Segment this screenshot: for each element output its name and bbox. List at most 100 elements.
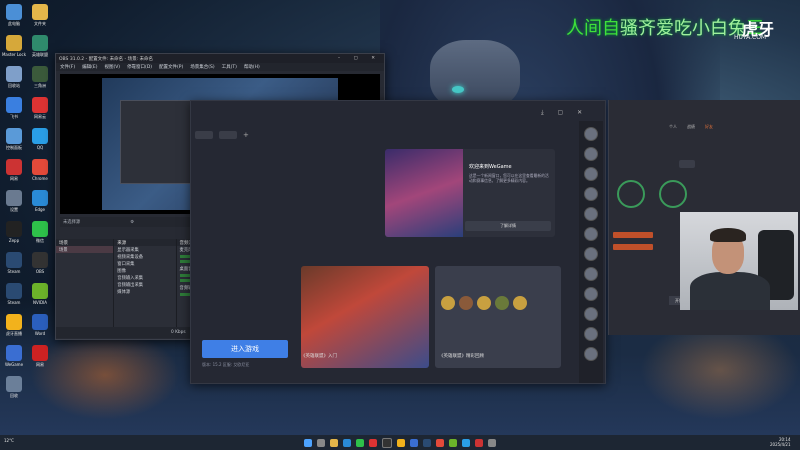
app-icon[interactable]	[488, 438, 496, 447]
weather[interactable]: 12°C	[4, 438, 14, 443]
desktop-icon[interactable]: Steam	[0, 283, 28, 305]
avatar[interactable]	[584, 327, 598, 341]
menu-file[interactable]: 文件(F)	[60, 64, 75, 70]
add-tab-icon[interactable]: +	[243, 131, 249, 139]
desktop-icon[interactable]: Steam	[0, 252, 28, 274]
desktop-icon[interactable]: 虎牙直播	[0, 314, 28, 337]
desktop-icon[interactable]: 设置	[0, 190, 28, 213]
gear-icon[interactable]: ⚙	[130, 220, 134, 225]
desktop-icon[interactable]: 回收站	[0, 66, 28, 89]
launcher-window-controls[interactable]: ⤓ ▢ ✕	[541, 109, 588, 117]
desktop-icon[interactable]: NVIDIA	[26, 283, 54, 305]
desktop-icon[interactable]: WeGame	[0, 345, 28, 367]
avatar[interactable]	[584, 127, 598, 141]
avatar[interactable]	[584, 247, 598, 261]
avatar[interactable]	[584, 227, 598, 241]
source-item[interactable]: 媒体源	[114, 288, 175, 295]
menu-docks[interactable]: 停靠窗口(D)	[127, 64, 152, 70]
news-banner[interactable]: 欢迎来到WeGame 这是一个新闻窗口，您可以在这里查看最新的活动和赛事信息，了…	[385, 149, 555, 237]
tab[interactable]	[195, 131, 213, 139]
desktop-icon[interactable]: 网易	[26, 345, 54, 368]
app-icon	[6, 314, 22, 330]
banner-text: 这是一个新闻窗口，您可以在这里查看最新的活动和赛事信息，了解更多精彩内容。	[469, 173, 549, 183]
panel-button[interactable]	[679, 160, 695, 168]
chat-icon[interactable]	[356, 438, 364, 447]
source-item[interactable]: 显示器采集	[114, 246, 175, 253]
cam-hair	[710, 228, 746, 242]
desktop-icon-label: Steam	[7, 300, 21, 305]
desktop-icon[interactable]: Master Lock	[0, 35, 28, 57]
app-icon[interactable]	[410, 438, 418, 447]
avatar[interactable]	[584, 147, 598, 161]
avatar[interactable]	[584, 307, 598, 321]
steam-icon	[6, 283, 22, 299]
browser-icon[interactable]	[343, 438, 351, 447]
lock-icon	[6, 35, 22, 51]
source-item[interactable]: 音频输出采集	[114, 281, 175, 288]
desktop-icon[interactable]: Word	[26, 314, 54, 336]
source-item[interactable]: 音频输入采集	[114, 274, 175, 281]
menu-profile[interactable]: 配置文件(P)	[159, 64, 183, 70]
app-icon[interactable]	[369, 438, 377, 447]
obs-icon[interactable]	[382, 437, 392, 448]
source-item[interactable]: 窗口采集	[114, 260, 175, 267]
search-icon[interactable]	[317, 438, 325, 447]
app-icon[interactable]	[475, 438, 483, 447]
avatar[interactable]	[584, 207, 598, 221]
desktop-icon[interactable]: 网易	[0, 159, 28, 182]
friends-sidebar	[579, 121, 603, 383]
overlay-mid: 骚齐爱吃小白兔	[620, 18, 746, 39]
desktop-icon[interactable]: 回收	[0, 376, 28, 399]
desktop-icon[interactable]: QQ	[26, 128, 54, 150]
avatar[interactable]	[584, 187, 598, 201]
app-icon[interactable]	[397, 438, 405, 447]
banner-button[interactable]: 了解详情	[465, 221, 551, 231]
browser-icon[interactable]	[436, 438, 444, 447]
avatar[interactable]	[584, 267, 598, 281]
steam-icon[interactable]	[423, 438, 431, 447]
folder-icon[interactable]	[330, 438, 338, 447]
desktop-icon[interactable]: 控制面板	[0, 128, 28, 151]
clock-date: 2025/4/21	[770, 442, 791, 447]
client-tab[interactable]: 战绩	[687, 124, 695, 130]
music-icon	[32, 97, 48, 113]
desktop-icon[interactable]: OBS	[26, 252, 54, 274]
menu-edit[interactable]: 编辑(E)	[82, 64, 97, 70]
menu-view[interactable]: 视图(V)	[104, 64, 120, 70]
desktop-icon[interactable]: 三角洲	[26, 66, 54, 89]
avatar[interactable]	[584, 347, 598, 361]
desktop-icon[interactable]: 飞书	[0, 97, 28, 120]
desktop-icon[interactable]: Zepp	[0, 221, 28, 243]
desktop-icon[interactable]: 文件夹	[26, 4, 54, 27]
play-button[interactable]: 进入游戏	[202, 340, 288, 358]
start-icon[interactable]	[304, 438, 312, 447]
window-controls[interactable]: – ▢ ✕	[338, 56, 381, 61]
chat-icon[interactable]	[462, 438, 470, 447]
wallpaper-eye	[452, 86, 464, 93]
clock[interactable]: 20:14 2025/4/21	[770, 437, 791, 447]
menu-help[interactable]: 帮助(H)	[244, 64, 260, 70]
scene-item[interactable]: 场景	[56, 246, 114, 253]
menu-scene-collection[interactable]: 场景集合(S)	[190, 64, 214, 70]
menu-tools[interactable]: 工具(T)	[222, 64, 237, 70]
tab[interactable]	[219, 131, 237, 139]
desktop-icon[interactable]: 此电脑	[0, 4, 28, 27]
client-tab[interactable]: 好友	[705, 124, 713, 130]
desktop-icon[interactable]: Edge	[26, 190, 54, 212]
desktop-icon-label: Chrome	[32, 176, 48, 181]
champion-icons	[441, 296, 551, 314]
desktop-icon[interactable]: 网易云	[26, 97, 54, 120]
client-tab[interactable]: 个人	[669, 124, 677, 130]
source-item[interactable]: 视频采集设备	[114, 253, 175, 260]
desktop-icon-label: Steam	[7, 269, 21, 274]
source-item[interactable]: 图像	[114, 267, 175, 274]
desktop-icon[interactable]: 英雄联盟	[26, 35, 54, 58]
obs-titlebar[interactable]: OBS 31.0.2 - 配置文件: 未命名 - 场景: 未命名 – ▢ ✕	[56, 54, 384, 63]
desktop-icon-label: WeGame	[4, 362, 24, 367]
nvidia-icon[interactable]	[449, 438, 457, 447]
desktop-icon[interactable]: 微信	[26, 221, 54, 244]
desktop-icon-label: 微信	[36, 238, 44, 243]
avatar[interactable]	[584, 167, 598, 181]
desktop-icon[interactable]: Chrome	[26, 159, 54, 181]
avatar[interactable]	[584, 287, 598, 301]
